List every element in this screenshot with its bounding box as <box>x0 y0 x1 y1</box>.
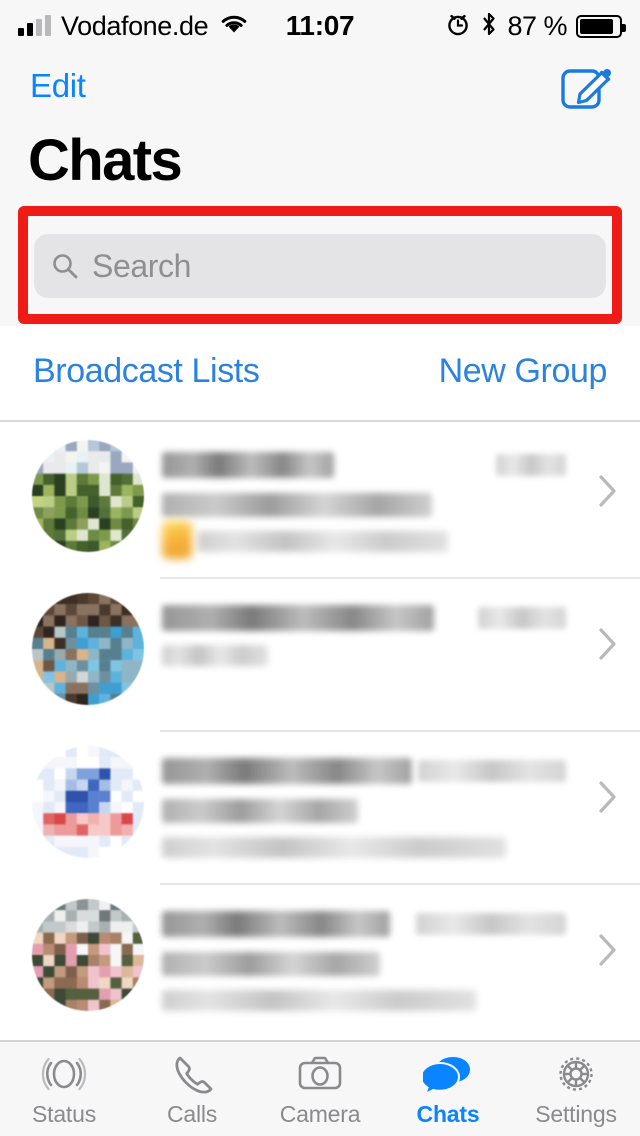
tab-camera[interactable]: Camera <box>256 1042 384 1136</box>
chat-list-item[interactable] <box>0 577 640 730</box>
tab-calls[interactable]: Calls <box>128 1042 256 1136</box>
tab-label: Status <box>31 1100 96 1127</box>
search-bar-container: Search <box>0 208 640 326</box>
avatar <box>32 899 144 1011</box>
chevron-right-icon <box>598 627 618 661</box>
search-placeholder: Search <box>92 247 191 284</box>
navigation-bar: Edit Chats <box>0 52 640 208</box>
status-bar-right: 87 % <box>445 10 626 42</box>
chat-sender-name-redacted <box>162 952 380 976</box>
avatar <box>32 746 144 858</box>
chat-list[interactable] <box>0 424 640 1040</box>
chat-message-preview-redacted <box>162 837 506 858</box>
chat-contact-name-redacted <box>162 605 434 631</box>
status-bar: Vodafone.de 11:07 87 % <box>0 0 640 52</box>
chat-list-item[interactable] <box>0 883 640 1036</box>
battery-icon <box>576 14 626 38</box>
tab-chats[interactable]: Chats <box>384 1042 512 1136</box>
avatar <box>32 593 144 705</box>
chat-timestamp-redacted <box>418 760 566 782</box>
tab-label: Chats <box>416 1100 480 1127</box>
chat-timestamp-redacted <box>496 454 566 476</box>
chat-contact-name-redacted <box>162 911 390 937</box>
chat-bubbles-icon <box>423 1051 473 1097</box>
chat-list-item[interactable] <box>0 730 640 883</box>
chat-timestamp-redacted <box>478 607 566 629</box>
avatar <box>32 440 144 552</box>
chat-item-body <box>162 899 640 1011</box>
alarm-clock-icon <box>445 11 471 42</box>
chat-sender-name-redacted <box>162 493 432 517</box>
whatsapp-chats-screen: Vodafone.de 11:07 87 % Edit Chats Search… <box>0 0 640 1136</box>
chat-sender-name-redacted <box>162 799 358 823</box>
chat-item-body <box>162 440 640 559</box>
tab-status[interactable]: Status <box>0 1042 128 1136</box>
chat-item-body <box>162 593 640 666</box>
new-group-button[interactable]: New Group <box>439 352 608 391</box>
search-icon <box>50 251 80 281</box>
message-emoji <box>162 521 192 559</box>
chat-message-preview-redacted <box>162 521 448 559</box>
camera-icon <box>297 1051 343 1097</box>
compose-icon[interactable] <box>558 60 614 116</box>
tab-label: Calls <box>166 1100 218 1127</box>
chevron-right-icon <box>598 780 618 814</box>
bluetooth-icon <box>480 11 498 42</box>
edit-button[interactable]: Edit <box>30 67 86 105</box>
phone-icon <box>169 1051 215 1097</box>
chat-actions-row: Broadcast Lists New Group <box>0 326 640 422</box>
chevron-right-icon <box>598 474 618 508</box>
chat-message-preview-redacted <box>162 990 476 1011</box>
search-input[interactable]: Search <box>34 234 606 298</box>
tab-settings[interactable]: Settings <box>512 1042 640 1136</box>
battery-percent: 87 % <box>507 10 567 41</box>
tab-label: Camera <box>279 1100 361 1127</box>
chat-message-preview-redacted <box>162 645 268 666</box>
chat-contact-name-redacted <box>162 452 334 478</box>
broadcast-lists-button[interactable]: Broadcast Lists <box>33 352 260 391</box>
page-title: Chats <box>28 128 183 193</box>
chat-list-item[interactable] <box>0 424 640 577</box>
chevron-right-icon <box>598 933 618 967</box>
tab-label: Settings <box>535 1100 617 1127</box>
chat-timestamp-redacted <box>416 913 566 935</box>
chat-item-body <box>162 746 640 858</box>
chat-contact-name-redacted <box>162 758 412 784</box>
gear-icon <box>553 1051 599 1097</box>
status-rings-icon <box>41 1051 87 1097</box>
tab-bar: Status Calls Camera Chats Settings <box>0 1040 640 1136</box>
